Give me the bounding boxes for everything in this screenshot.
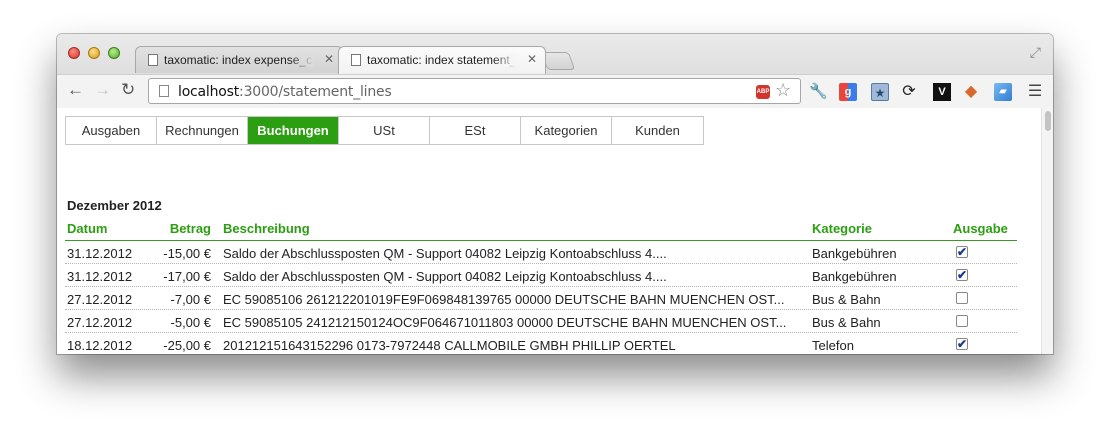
table-row: 27.12.2012 -7,00 € EC 59085106 261212201… — [65, 287, 1017, 310]
wrench-icon[interactable]: 🔧 — [809, 83, 828, 101]
sync-icon[interactable]: ⟳ — [900, 83, 918, 101]
table-header: Datum Betrag Beschreibung Kategorie Ausg… — [65, 218, 1017, 241]
expense-checkbox[interactable]: ✔ — [956, 338, 968, 350]
vertical-scrollbar[interactable] — [1041, 108, 1053, 354]
reload-icon[interactable]: ↻ — [121, 80, 135, 100]
fox-icon[interactable]: ◆ — [962, 83, 980, 101]
minimize-window-button[interactable] — [88, 47, 100, 59]
url-text[interactable]: localhost:3000/statement_lines — [178, 84, 392, 100]
row-amount: -5,00 € — [170, 315, 211, 330]
table-row: 27.12.2012 -5,00 € EC 59085105 241212150… — [65, 310, 1017, 333]
row-description: EC 59085106 261212201019FE9F069848139765… — [223, 292, 785, 307]
column-header-category: Kategorie — [812, 221, 872, 236]
close-window-button[interactable] — [68, 47, 80, 59]
browser-tab-expense[interactable]: taxomatic: index expense_ca ✕ — [135, 46, 343, 73]
table-row: 31.12.2012 -15,00 € Saldo der Abschlussp… — [65, 241, 1017, 264]
page-icon — [148, 54, 158, 66]
row-date: 31.12.2012 — [67, 246, 133, 261]
nav-item-est[interactable]: ESt — [430, 117, 521, 144]
row-description: Saldo der Abschlussposten QM - Support 0… — [223, 269, 667, 284]
table-row: 31.12.2012 -17,00 € Saldo der Abschlussp… — [65, 264, 1017, 287]
row-category: Bus & Bahn — [812, 292, 881, 307]
expense-checkbox[interactable] — [956, 292, 968, 304]
bookmark-star-icon[interactable]: ☆ — [775, 80, 791, 101]
page-icon — [159, 85, 169, 97]
row-date: 27.12.2012 — [67, 292, 133, 307]
back-arrow-icon[interactable]: ← — [67, 80, 84, 100]
month-heading: Dezember 2012 — [67, 198, 162, 213]
statement-table: Datum Betrag Beschreibung Kategorie Ausg… — [65, 218, 1017, 354]
row-amount: -7,00 € — [170, 292, 211, 307]
column-header-date: Datum — [67, 221, 108, 236]
row-amount: -15,00 € — [163, 246, 211, 261]
column-header-expense: Ausgabe — [953, 221, 1008, 236]
scrollbar-thumb[interactable] — [1045, 111, 1051, 131]
tab-title: taxomatic: index statement_ — [367, 53, 517, 67]
forward-arrow-icon[interactable]: → — [94, 80, 111, 100]
bookmark-icon[interactable]: ★ — [871, 83, 889, 101]
nav-item-ust[interactable]: USt — [339, 117, 430, 144]
expense-checkbox[interactable] — [956, 315, 968, 327]
nav-item-kunden[interactable]: Kunden — [612, 117, 703, 144]
nav-item-ausgaben[interactable]: Ausgaben — [66, 117, 157, 144]
fullscreen-icon[interactable]: ⤢ — [1030, 44, 1041, 61]
note-icon[interactable]: ▰ — [994, 83, 1012, 101]
row-amount: -17,00 € — [163, 269, 211, 284]
row-date: 27.12.2012 — [67, 315, 133, 330]
expense-checkbox[interactable]: ✔ — [956, 246, 968, 258]
row-category: Bus & Bahn — [812, 315, 881, 330]
nav-item-kategorien[interactable]: Kategorien — [521, 117, 612, 144]
address-bar[interactable]: localhost:3000/statement_lines ABP ☆ — [148, 78, 801, 104]
google-icon[interactable]: g — [839, 83, 857, 101]
browser-titlebar: taxomatic: index expense_ca ✕ taxomatic:… — [57, 34, 1053, 108]
row-category: Telefon — [812, 338, 854, 353]
column-header-amount: Betrag — [169, 221, 211, 236]
browser-toolbar: ← → ↻ localhost:3000/statement_lines ABP… — [57, 74, 1053, 108]
row-date: 31.12.2012 — [67, 269, 133, 284]
adblock-icon[interactable]: ABP — [756, 85, 770, 99]
close-tab-icon[interactable]: ✕ — [527, 52, 537, 66]
close-tab-icon[interactable]: ✕ — [324, 52, 334, 66]
row-amount: -25,00 € — [163, 338, 211, 353]
nav-item-rechnungen[interactable]: Rechnungen — [157, 117, 248, 144]
expense-checkbox[interactable]: ✔ — [956, 269, 968, 281]
column-header-description: Beschreibung — [223, 221, 310, 236]
tab-title: taxomatic: index expense_ca — [164, 53, 314, 67]
row-category: Bankgebühren — [812, 246, 897, 261]
row-description: EC 59085105 241212150124OC9F064671011803… — [223, 315, 787, 330]
browser-tab-statements[interactable]: taxomatic: index statement_ ✕ — [338, 46, 546, 74]
menu-icon[interactable]: ☰ — [1026, 83, 1044, 101]
row-description: Saldo der Abschlussposten QM - Support 0… — [223, 246, 667, 261]
row-description: 201212151643152296 0173-7972448 CALLMOBI… — [223, 338, 676, 353]
zoom-window-button[interactable] — [108, 47, 120, 59]
main-nav: Ausgaben Rechnungen Buchungen USt ESt Ka… — [65, 116, 704, 145]
nav-item-buchungen[interactable]: Buchungen — [248, 117, 339, 144]
page-viewport: Ausgaben Rechnungen Buchungen USt ESt Ka… — [57, 108, 1041, 354]
row-date: 18.12.2012 — [67, 338, 133, 353]
vim-icon[interactable]: V — [933, 83, 951, 101]
row-category: Bankgebühren — [812, 269, 897, 284]
browser-window: taxomatic: index expense_ca ✕ taxomatic:… — [57, 34, 1053, 354]
table-row: 18.12.2012 -25,00 € 201212151643152296 0… — [65, 333, 1017, 354]
page-icon — [351, 54, 361, 66]
